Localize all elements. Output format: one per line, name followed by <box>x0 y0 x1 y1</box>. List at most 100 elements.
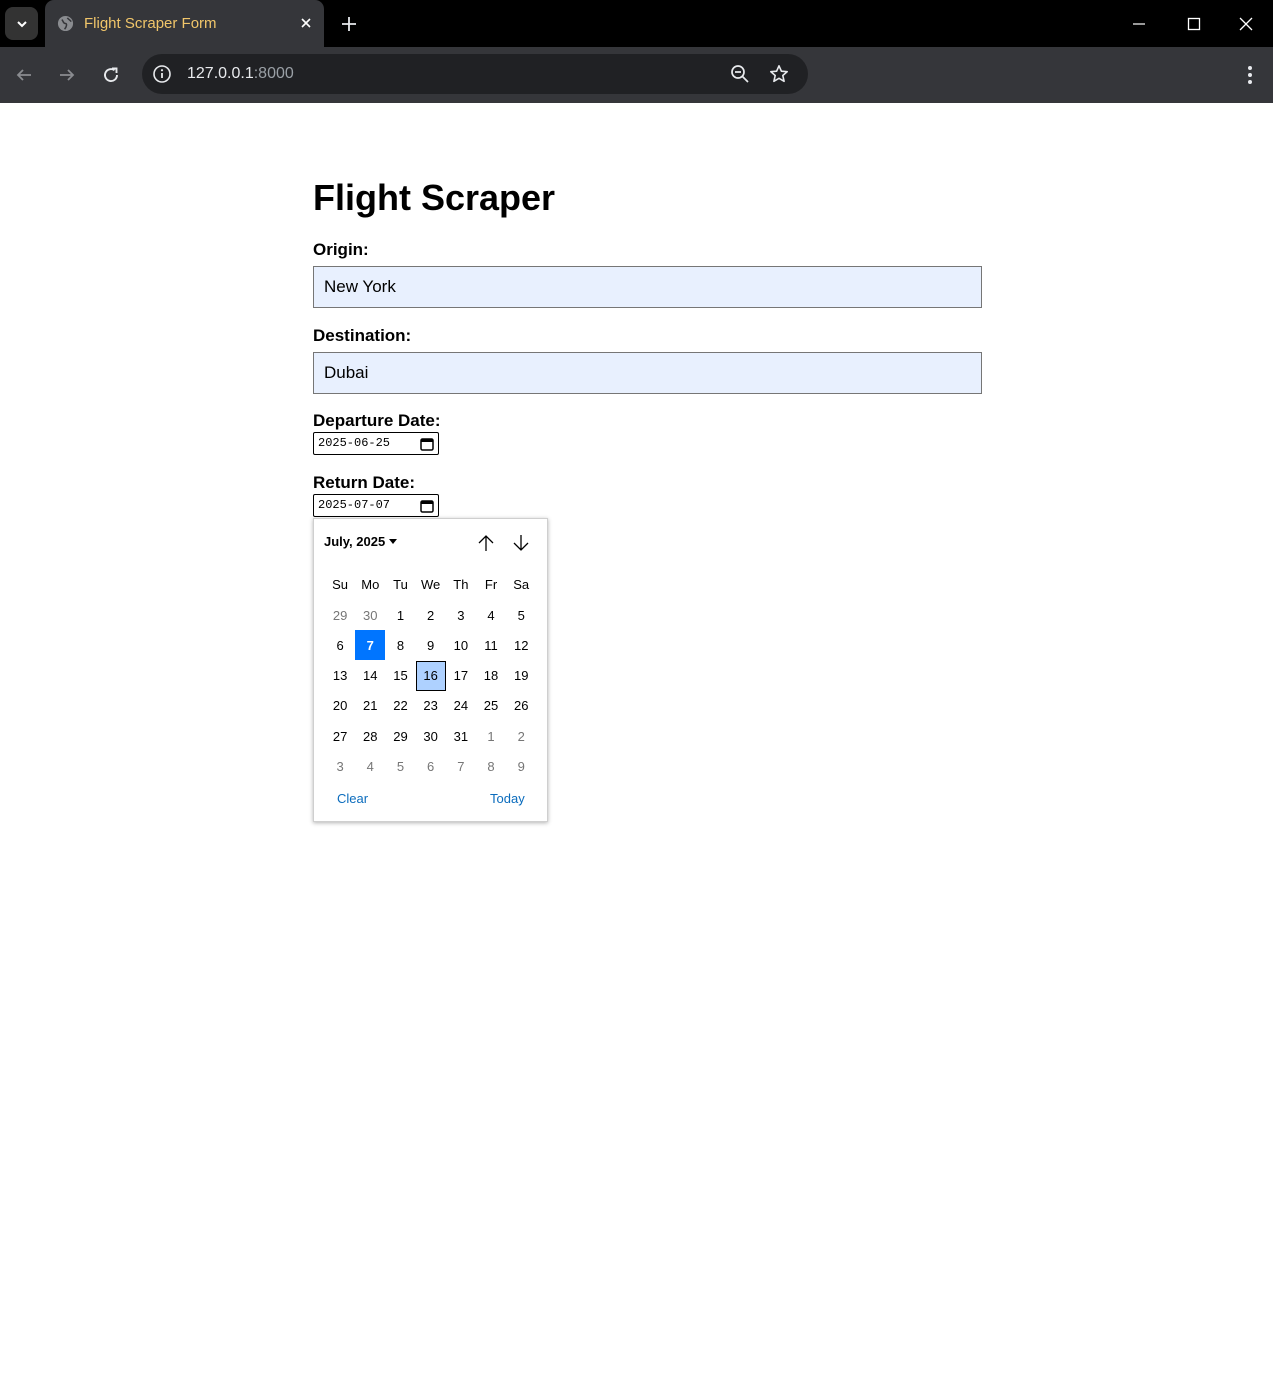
calendar-day[interactable]: 2 <box>416 600 446 630</box>
calendar-day-today[interactable]: 16 <box>415 660 446 691</box>
calendar-day[interactable]: 22 <box>385 691 415 721</box>
calendar-day[interactable]: 25 <box>476 691 506 721</box>
arrow-left-icon <box>16 69 31 81</box>
address-bar[interactable]: 127.0.0.1:8000 <box>142 54 808 94</box>
departure-date-label: Departure Date: <box>313 411 441 430</box>
calendar-day-other-month[interactable]: 4 <box>355 751 385 781</box>
calendar-day[interactable]: 11 <box>476 630 506 660</box>
return-date-input[interactable]: 2025-07-07 <box>313 494 439 517</box>
calendar-day[interactable]: 19 <box>506 661 536 691</box>
calendar-day[interactable]: 30 <box>416 721 446 751</box>
more-vertical-icon <box>1248 66 1252 84</box>
origin-input[interactable] <box>313 266 982 308</box>
calendar-day[interactable]: 8 <box>385 630 415 660</box>
calendar-day-other-month[interactable]: 29 <box>325 600 355 630</box>
window-close-button[interactable] <box>1218 0 1273 47</box>
calendar-day[interactable]: 13 <box>325 661 355 691</box>
url-host: 127.0.0.1 <box>187 65 254 82</box>
tab-strip: Flight Scraper Form <box>0 0 1273 47</box>
maximize-button[interactable] <box>1166 0 1221 47</box>
calendar-day[interactable]: 12 <box>506 630 536 660</box>
calendar-day[interactable]: 1 <box>385 600 415 630</box>
tab-close-button[interactable] <box>296 13 316 33</box>
page-title: Flight Scraper <box>313 177 556 218</box>
calendar-day[interactable]: 28 <box>355 721 385 751</box>
tab-search-button[interactable] <box>5 7 38 40</box>
forward-button[interactable] <box>53 61 81 89</box>
caret-down-icon <box>389 539 398 544</box>
minimize-button[interactable] <box>1111 0 1166 47</box>
info-icon[interactable] <box>152 64 172 84</box>
active-tab[interactable]: Flight Scraper Form <box>45 0 324 47</box>
chevron-down-icon <box>16 20 27 27</box>
calendar-day[interactable]: 29 <box>385 721 415 751</box>
url-port: :8000 <box>253 65 294 82</box>
return-date-label: Return Date: <box>313 473 416 492</box>
calendar-day[interactable]: 15 <box>385 661 415 691</box>
arrow-up-icon <box>478 535 494 551</box>
calendar-week-row: 13 14 15 16 17 18 19 <box>325 660 543 691</box>
calendar-grid: Su Mo Tu We Th Fr Sa 29 30 1 2 3 4 5 6 7 8 9 10 11 12 13 14 15… <box>325 572 543 782</box>
calendar-day[interactable]: 18 <box>476 661 506 691</box>
month-year-selector[interactable]: July, 2025 <box>324 534 398 549</box>
calendar-day[interactable]: 20 <box>325 691 355 721</box>
browser-menu-button[interactable] <box>1238 61 1262 89</box>
destination-input[interactable] <box>313 352 982 394</box>
departure-date-input[interactable]: 2025-06-25 <box>313 432 439 455</box>
calendar-day[interactable]: 21 <box>355 691 385 721</box>
today-button[interactable]: Today <box>490 791 525 806</box>
weekday-header: Mo <box>361 576 380 592</box>
weekday-header: We <box>421 576 441 592</box>
weekday-header: Su <box>332 576 349 592</box>
calendar-day[interactable]: 3 <box>446 600 476 630</box>
browser-toolbar: 127.0.0.1:8000 <box>0 47 1273 103</box>
calendar-day[interactable]: 5 <box>506 600 536 630</box>
clear-button[interactable]: Clear <box>337 791 368 806</box>
calendar-day-other-month[interactable]: 6 <box>416 751 446 781</box>
arrow-down-icon <box>513 535 529 551</box>
calendar-day-other-month[interactable]: 9 <box>506 751 536 781</box>
calendar-icon[interactable] <box>420 499 434 513</box>
calendar-week-row: 6 7 8 9 10 11 12 <box>325 630 543 661</box>
calendar-week-row: 27 28 29 30 31 1 2 <box>325 721 543 751</box>
page-content: Flight Scraper Origin: Destination: Depa… <box>0 103 1273 1395</box>
bookmark-button[interactable] <box>767 62 791 86</box>
calendar-day-other-month[interactable]: 7 <box>446 751 476 781</box>
calendar-day[interactable]: 14 <box>355 661 385 691</box>
calendar-day[interactable]: 24 <box>446 691 476 721</box>
calendar-day-other-month[interactable]: 3 <box>325 751 355 781</box>
calendar-day[interactable]: 23 <box>416 691 446 721</box>
calendar-day[interactable]: 6 <box>325 630 355 660</box>
calendar-day[interactable]: 4 <box>476 600 506 630</box>
calendar-icon[interactable] <box>420 437 434 451</box>
previous-month-button[interactable] <box>475 532 497 554</box>
calendar-day[interactable]: 31 <box>446 721 476 751</box>
calendar-week-row: 29 30 1 2 3 4 5 <box>325 600 543 630</box>
departure-date-value: 2025-06-25 <box>318 436 391 450</box>
calendar-day-other-month[interactable]: 30 <box>355 600 385 630</box>
next-month-button[interactable] <box>510 532 532 554</box>
calendar-day[interactable]: 26 <box>506 691 536 721</box>
origin-label: Origin: <box>313 240 369 259</box>
weekday-header: Sa <box>513 576 530 592</box>
calendar-day[interactable]: 17 <box>446 661 476 691</box>
calendar-day-other-month[interactable]: 1 <box>476 721 506 751</box>
close-icon <box>1239 17 1252 30</box>
month-year-label: July, 2025 <box>324 534 386 549</box>
reload-button[interactable] <box>97 61 125 89</box>
back-button[interactable] <box>10 61 38 89</box>
calendar-day[interactable]: 27 <box>325 721 355 751</box>
tab-title: Flight Scraper Form <box>84 15 217 32</box>
star-icon <box>770 65 788 83</box>
minimize-icon <box>1132 22 1145 25</box>
zoom-button[interactable] <box>728 62 752 86</box>
maximize-icon <box>1187 17 1200 30</box>
calendar-day-selected[interactable]: 7 <box>355 630 386 661</box>
calendar-day[interactable]: 10 <box>446 630 476 660</box>
calendar-day-other-month[interactable]: 8 <box>476 751 506 781</box>
calendar-day[interactable]: 9 <box>416 630 446 660</box>
new-tab-button[interactable] <box>337 12 361 36</box>
calendar-day-other-month[interactable]: 2 <box>506 721 536 751</box>
reload-icon <box>104 67 118 82</box>
calendar-day-other-month[interactable]: 5 <box>385 751 415 781</box>
